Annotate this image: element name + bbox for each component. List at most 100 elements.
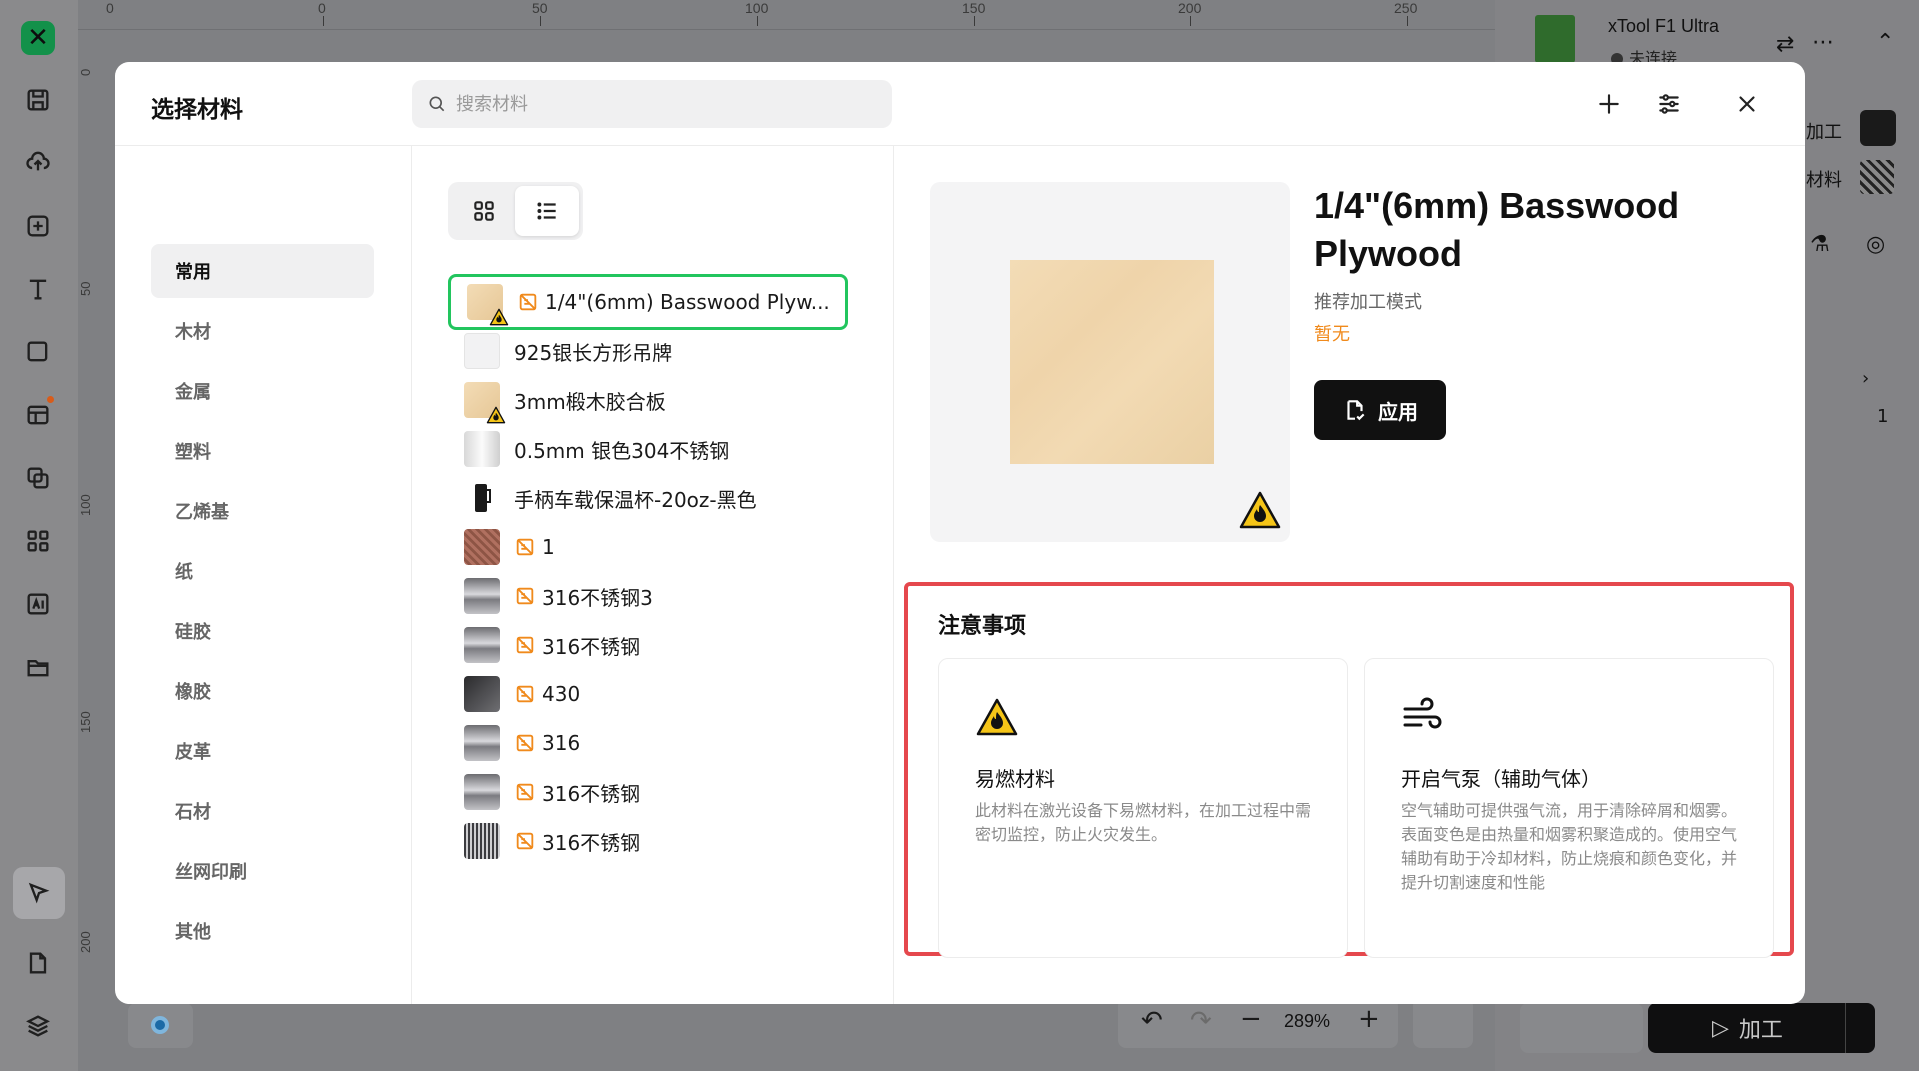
category-label: 金属 <box>175 382 211 403</box>
status-indicator-icon[interactable] <box>151 1016 169 1034</box>
material-list-item[interactable]: 0.5mm 银色304不锈钢 <box>448 421 848 477</box>
category-label: 木材 <box>175 322 211 343</box>
material-list-item[interactable]: 925银长方形吊牌 <box>448 323 848 379</box>
more-icon[interactable]: ⋯ <box>1812 30 1834 55</box>
category-common[interactable]: 常用 <box>151 244 374 298</box>
no-parameter-icon <box>516 685 534 703</box>
zoom-in-icon[interactable]: + <box>1358 1004 1380 1034</box>
no-parameter-icon <box>516 587 534 605</box>
category-stone[interactable]: 石材 <box>151 784 374 838</box>
ruler-label: 50 <box>532 0 548 16</box>
material-lib-icon[interactable]: ⚗ <box>1810 232 1830 257</box>
material-name: 0.5mm 银色304不锈钢 <box>514 438 730 463</box>
ai-icon[interactable] <box>20 586 56 622</box>
category-label: 塑料 <box>175 442 211 463</box>
process-split-divider <box>1845 1003 1846 1053</box>
material-icon[interactable] <box>1860 160 1894 194</box>
material-list-item[interactable]: 316不锈钢 <box>448 617 848 673</box>
material-name: 316不锈钢3 <box>542 585 653 610</box>
list-view-button[interactable] <box>515 186 579 236</box>
grid-view-button[interactable] <box>452 186 516 236</box>
material-name: 1 <box>542 535 555 559</box>
category-plastic[interactable]: 塑料 <box>151 424 374 478</box>
category-label: 皮革 <box>175 742 211 763</box>
category-label: 橡胶 <box>175 682 211 703</box>
category-label: 常用 <box>175 262 211 283</box>
notice-card-flammable: 易燃材料 此材料在激光设备下易燃材料，在加工过程中需密切监控，防止火灾发生。 <box>938 658 1348 958</box>
process-button[interactable]: ▷ 加工 <box>1648 1003 1875 1053</box>
copy-button[interactable] <box>1413 998 1473 1048</box>
switch-device-icon[interactable]: ⇄ <box>1776 32 1794 57</box>
ruler-label: 150 <box>962 0 986 16</box>
ruler-label: 250 <box>1394 0 1418 16</box>
apply-button[interactable]: 应用 <box>1314 380 1446 440</box>
material-thumbnail <box>464 578 500 614</box>
add-icon[interactable] <box>20 208 56 244</box>
material-list-item[interactable]: 手柄车载保温杯-20oz-黑色 <box>448 470 848 526</box>
material-list-item[interactable]: 316不锈钢 <box>448 813 848 869</box>
category-metal[interactable]: 金属 <box>151 364 374 418</box>
chevron-right-icon[interactable]: › <box>1862 368 1869 389</box>
material-name: 316不锈钢 <box>542 830 641 855</box>
category-silicone[interactable]: 硅胶 <box>151 604 374 658</box>
duplicate-icon[interactable] <box>20 460 56 496</box>
ruler-top: 0 0 50 100 150 200 250 <box>78 0 1495 30</box>
material-list-item[interactable]: 316不锈钢3 <box>448 568 848 624</box>
material-list-item[interactable]: 316 <box>448 715 848 771</box>
settings-button[interactable] <box>1649 84 1689 124</box>
material-list-item[interactable]: 3mm椴木胶合板 <box>448 372 848 428</box>
folder-icon[interactable] <box>20 649 56 685</box>
material-thumbnail <box>464 823 500 859</box>
shape-icon[interactable] <box>20 334 56 370</box>
material-list-item[interactable]: 316不锈钢 <box>448 764 848 820</box>
cloud-upload-icon[interactable] <box>20 143 56 179</box>
notice-card-air-pump: 开启气泵（辅助气体） 空气辅助可提供强气流，用于清除碎屑和烟雾。表面变色是由热量… <box>1364 658 1774 958</box>
material-list-item[interactable]: 430 <box>448 666 848 722</box>
layer-count: 1 <box>1877 406 1889 427</box>
no-parameter-icon <box>519 293 537 311</box>
category-paper[interactable]: 纸 <box>151 544 374 598</box>
material-name: 手柄车载保温杯-20oz-黑色 <box>514 487 757 512</box>
category-label: 其他 <box>175 922 211 943</box>
layers-icon[interactable] <box>20 1008 56 1044</box>
ruler-left-label: 150 <box>78 711 93 733</box>
category-other[interactable]: 其他 <box>151 904 374 958</box>
category-wood[interactable]: 木材 <box>151 304 374 358</box>
recommended-mode-value: 暂无 <box>1314 324 1350 345</box>
apps-icon[interactable] <box>20 523 56 559</box>
document-icon[interactable] <box>20 945 56 981</box>
category-sidebar: 常用 木材 金属 塑料 乙烯基 纸 硅胶 橡胶 皮革 石材 丝网印刷 其他 <box>115 146 412 1004</box>
material-preview-image <box>1010 260 1214 464</box>
select-tool-icon[interactable] <box>13 867 65 919</box>
zoom-out-icon[interactable]: − <box>1240 1004 1262 1034</box>
selection-button[interactable] <box>1520 1003 1643 1053</box>
zoom-level: 289% <box>1284 1011 1331 1031</box>
category-rubber[interactable]: 橡胶 <box>151 664 374 718</box>
collapse-icon[interactable]: ⌃ <box>1876 30 1894 55</box>
material-thumbnail <box>464 333 500 369</box>
text-icon[interactable] <box>20 271 56 307</box>
process-mode-icon[interactable] <box>1860 110 1896 146</box>
category-screen-print[interactable]: 丝网印刷 <box>151 844 374 898</box>
no-parameter-icon <box>516 538 534 556</box>
close-button[interactable] <box>1727 84 1767 124</box>
category-vinyl[interactable]: 乙烯基 <box>151 484 374 538</box>
category-leather[interactable]: 皮革 <box>151 724 374 778</box>
material-list-item[interactable]: 1/4"(6mm) Basswood Plyw... <box>448 274 848 330</box>
material-list-item[interactable]: 1 <box>448 519 848 575</box>
material-thumbnail <box>464 382 506 424</box>
undo-icon[interactable]: ↶ <box>1141 1006 1163 1036</box>
flammable-warning-icon <box>976 698 1018 736</box>
air-pump-icon <box>1403 697 1442 729</box>
app-logo[interactable]: ✕ <box>21 21 55 55</box>
camera-icon[interactable]: ◎ <box>1866 232 1885 257</box>
recommended-mode-label: 推荐加工模式 <box>1314 292 1422 313</box>
search-input[interactable] <box>456 80 876 128</box>
material-thumbnail <box>464 431 500 467</box>
add-material-button[interactable] <box>1589 84 1629 124</box>
save-icon[interactable] <box>20 82 56 118</box>
material-name: 316不锈钢 <box>542 634 641 659</box>
redo-icon[interactable]: ↷ <box>1190 1006 1212 1036</box>
ruler-left-label: 200 <box>78 931 93 953</box>
search-icon <box>429 96 445 112</box>
